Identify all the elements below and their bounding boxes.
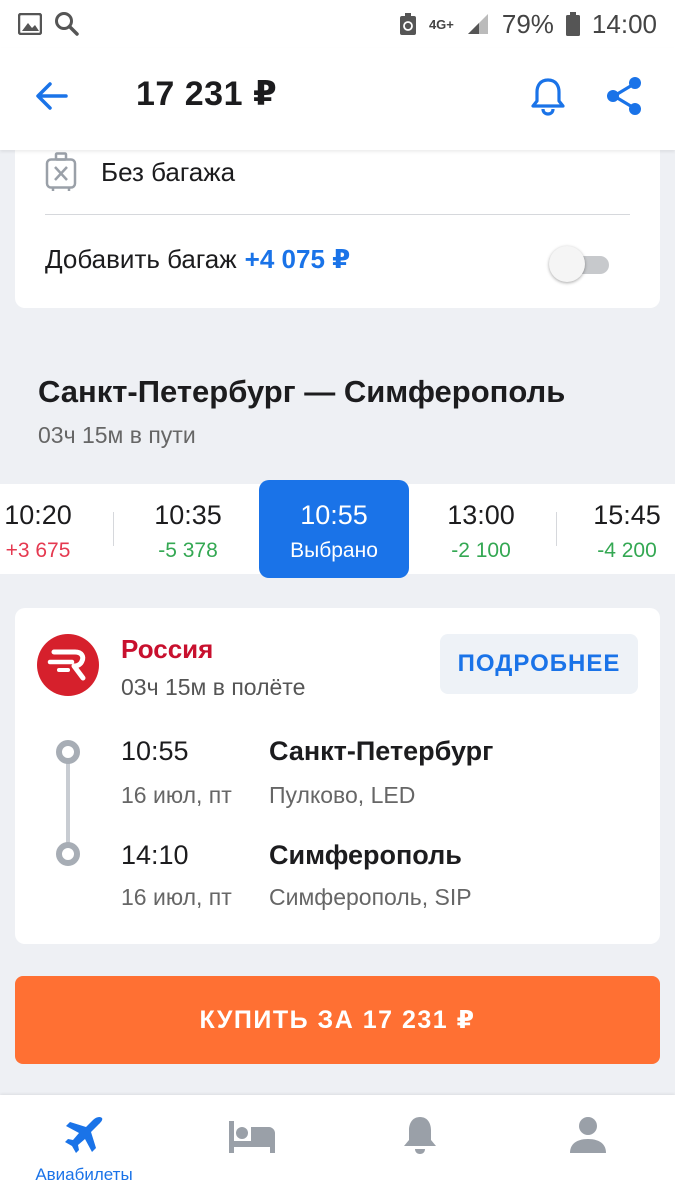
no-baggage-row: Без багажа <box>45 152 235 192</box>
divider <box>45 214 630 215</box>
search-icon <box>55 12 79 36</box>
time-option-delta: -2 100 <box>451 539 511 562</box>
add-baggage-label: Добавить багаж <box>45 244 237 274</box>
clock: 14:00 <box>591 8 657 39</box>
no-baggage-label: Без багажа <box>101 156 236 187</box>
network-type: 4G+ <box>428 16 454 32</box>
back-button[interactable] <box>30 74 74 118</box>
nav-item-hotels[interactable] <box>168 1095 336 1200</box>
time-option-delta: +3 675 <box>5 539 71 562</box>
departure-date: 16 июл, пт <box>121 782 232 808</box>
battery-percent: 79% <box>501 8 554 39</box>
arrival-time: 14:10 <box>121 840 189 870</box>
departure-time-selector: 10:20 +3 675 10:35 -5 378 10:55 Выбрано … <box>0 480 675 578</box>
time-option[interactable]: 10:35 -5 378 <box>113 484 263 574</box>
flight-card: Россия 03ч 15м в полёте ПОДРОБНЕЕ 10:55 … <box>15 608 660 944</box>
status-bar: 4G+ 79% 14:00 <box>0 0 675 48</box>
flight-duration: 03ч 15м в полёте <box>121 674 306 700</box>
status-right: 4G+ 79% 14:00 <box>399 9 657 40</box>
departure-airport: Пулково, LED <box>269 782 416 808</box>
time-option-delta: -4 200 <box>597 539 657 562</box>
time-option-selected[interactable]: 10:55 Выбрано <box>259 480 409 578</box>
nav-item-profile[interactable] <box>504 1095 672 1200</box>
airline-name: Россия <box>121 634 214 664</box>
buy-button[interactable]: КУПИТЬ ЗА 17 231 ₽ <box>15 976 660 1064</box>
time-option-time: 10:35 <box>154 500 222 530</box>
bottom-nav: Авиабилеты <box>0 1095 675 1200</box>
signal-icon <box>467 14 488 34</box>
departure-city: Санкт-Петербург <box>269 736 494 766</box>
arrival-dot <box>56 842 80 866</box>
arrow-back-icon <box>36 82 68 110</box>
airline-logo <box>37 634 99 696</box>
gallery-icon <box>18 13 42 35</box>
airline-logo-mark-icon <box>47 649 86 681</box>
add-baggage-row: Добавить багаж +4 075 ₽ <box>45 244 350 275</box>
add-baggage-price: +4 075 ₽ <box>244 244 351 274</box>
route-duration: 03ч 15м в пути <box>38 422 196 448</box>
nav-item-subscriptions[interactable] <box>336 1095 504 1200</box>
time-option-time: 15:45 <box>593 500 661 530</box>
nav-item-label: Авиабилеты <box>35 1165 133 1184</box>
time-option-time: 10:20 <box>4 500 72 530</box>
battery-icon <box>565 12 580 36</box>
arrival-city: Симферополь <box>269 840 462 870</box>
time-option[interactable]: 10:20 +3 675 <box>0 484 113 574</box>
arrival-airport: Симферополь, SIP <box>269 884 472 910</box>
toggle-knob <box>549 246 585 282</box>
app-header: 17 231 ₽ <box>0 48 675 150</box>
time-option-time: 10:55 <box>300 500 368 530</box>
bell-icon <box>531 78 565 116</box>
airplane-icon <box>65 1116 103 1153</box>
route-line <box>66 754 70 850</box>
recycle-icon <box>399 13 416 35</box>
no-luggage-icon <box>45 152 77 191</box>
status-left <box>18 11 80 37</box>
time-option-time: 13:00 <box>447 500 515 530</box>
departure-dot <box>56 740 80 764</box>
time-option[interactable]: 15:45 -4 200 <box>552 484 675 574</box>
departure-time: 10:55 <box>121 736 189 766</box>
time-option-delta: -5 378 <box>158 539 218 562</box>
nav-item-flights[interactable]: Авиабилеты <box>0 1095 168 1200</box>
baggage-card: Без багажа Добавить багаж +4 075 ₽ <box>15 140 660 308</box>
time-option-status: Выбрано <box>290 539 378 562</box>
bell-icon <box>404 1117 436 1154</box>
route-title: Санкт-Петербург — Симферополь <box>38 374 566 409</box>
share-button[interactable] <box>602 74 646 118</box>
arrival-date: 16 июл, пт <box>121 884 232 910</box>
add-baggage-toggle[interactable] <box>549 246 609 282</box>
header-price: 17 231 ₽ <box>136 75 278 113</box>
bed-icon <box>229 1121 275 1153</box>
details-button[interactable]: ПОДРОБНЕЕ <box>440 634 638 694</box>
price-alert-button[interactable] <box>526 74 570 118</box>
profile-icon <box>570 1117 606 1153</box>
time-option[interactable]: 13:00 -2 100 <box>406 484 556 574</box>
share-icon <box>607 77 641 115</box>
